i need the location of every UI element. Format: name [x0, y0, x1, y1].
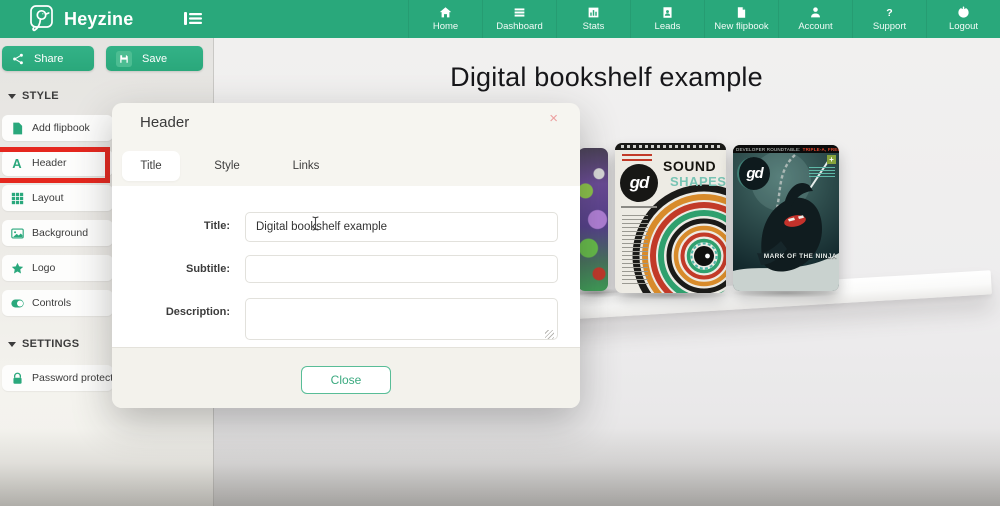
- close-icon[interactable]: ×: [549, 111, 558, 126]
- sidebar-item-add-flipbook[interactable]: Add flipbook: [2, 115, 113, 141]
- description-textarea[interactable]: [245, 298, 558, 340]
- new-flipbook-icon: [735, 6, 748, 19]
- add-flipbook-icon: [10, 121, 24, 135]
- app-window: Heyzine Home Dashboard Stats: [0, 0, 1000, 506]
- stats-icon: [587, 6, 600, 19]
- tab-links[interactable]: Links: [277, 151, 335, 181]
- lock-icon: [10, 371, 24, 385]
- background-image-icon: [10, 226, 24, 240]
- dashboard-icon: [513, 6, 526, 19]
- share-icon: [12, 53, 24, 65]
- nav-home[interactable]: Home: [408, 0, 482, 38]
- layout-grid-icon: [10, 191, 24, 205]
- nav-new-flipbook[interactable]: New flipbook: [704, 0, 778, 38]
- save-label: Save: [142, 53, 167, 65]
- gd-logo-badge: gd: [737, 157, 770, 190]
- settings-section-header[interactable]: SETTINGS: [8, 338, 79, 350]
- cover-rule-line: [621, 206, 657, 208]
- share-label: Share: [34, 53, 63, 65]
- subtitle-field-label: Subtitle:: [125, 263, 230, 275]
- sidebar-toggle-icon[interactable]: [184, 11, 202, 26]
- save-icon: [116, 51, 132, 67]
- sidebar-item-background[interactable]: Background: [2, 220, 113, 246]
- top-navigation: Home Dashboard Stats Leads New flipbook …: [408, 0, 1000, 38]
- tab-title[interactable]: Title: [122, 151, 180, 181]
- brand-name: Heyzine: [64, 9, 133, 30]
- nav-account[interactable]: Account: [778, 0, 852, 38]
- nav-leads[interactable]: Leads: [630, 0, 704, 38]
- cover-red-text-lines: [622, 154, 652, 163]
- nav-dashboard[interactable]: Dashboard: [482, 0, 556, 38]
- save-button[interactable]: Save: [106, 46, 203, 71]
- title-input[interactable]: [245, 212, 558, 242]
- sidebar-item-header[interactable]: A Header: [2, 150, 113, 176]
- modal-title: Header: [140, 114, 189, 131]
- star-icon: [10, 261, 24, 275]
- cover-title-shapes: SHAPES: [670, 174, 726, 189]
- cover-top-strip: DEVELOPER ROUNDTABLE: TRIPLE-A, FREE-TO-…: [733, 145, 839, 153]
- description-field-label: Description:: [125, 306, 230, 318]
- flipbook-cover-sound-shapes[interactable]: gd SOUND SHAPES: [615, 143, 726, 293]
- modal-footer: Close: [112, 347, 580, 408]
- share-button[interactable]: Share: [2, 46, 94, 71]
- header-icon: A: [10, 156, 24, 170]
- flipbook-cover-mark-of-the-ninja[interactable]: DEVELOPER ROUNDTABLE: TRIPLE-A, FREE-TO-…: [733, 145, 839, 291]
- settings-items: Password protect: [2, 365, 113, 391]
- heyzine-logo-icon: [28, 4, 56, 34]
- cover-top-strip: [615, 143, 726, 150]
- sidebar-item-password-protect[interactable]: Password protect: [2, 365, 113, 391]
- account-icon: [809, 6, 822, 19]
- subtitle-input[interactable]: [245, 255, 558, 283]
- sidebar-item-logo[interactable]: Logo: [2, 255, 113, 281]
- leads-icon: [661, 6, 674, 19]
- cover-title-sound: SOUND: [663, 158, 716, 174]
- title-field-label: Title:: [125, 220, 230, 232]
- style-items: Add flipbook A Header Layout Background: [2, 115, 113, 316]
- flipbook-heading: Digital bookshelf example: [213, 62, 1000, 93]
- support-icon: ?: [883, 6, 896, 19]
- gd-logo-badge: gd: [620, 164, 658, 202]
- nav-support[interactable]: ? Support: [852, 0, 926, 38]
- topbar: Heyzine Home Dashboard Stats: [0, 0, 1000, 38]
- modal-close-button[interactable]: Close: [301, 366, 391, 394]
- style-section-header[interactable]: STYLE: [8, 90, 59, 102]
- cover-teal-text-lines: [809, 167, 835, 179]
- brand[interactable]: Heyzine: [28, 4, 133, 34]
- toggle-icon: [10, 296, 24, 310]
- tab-style[interactable]: Style: [198, 151, 256, 181]
- caret-down-icon: [8, 342, 16, 347]
- caret-down-icon: [8, 94, 16, 99]
- cover-fine-print: [622, 215, 648, 285]
- logout-icon: [957, 6, 970, 19]
- nav-logout[interactable]: Logout: [926, 0, 1000, 38]
- plus-badge: +: [827, 155, 836, 164]
- svg-text:?: ?: [886, 7, 892, 19]
- flipbook-cover-hidden[interactable]: [578, 148, 608, 291]
- cover-title-ninja: MARK OF THE NINJA: [763, 253, 837, 260]
- home-icon: [439, 6, 452, 19]
- sidebar-item-controls[interactable]: Controls: [2, 290, 113, 316]
- sidebar-item-layout[interactable]: Layout: [2, 185, 113, 211]
- nav-stats[interactable]: Stats: [556, 0, 630, 38]
- header-modal: Header × Title Style Links Title: Subtit…: [112, 103, 580, 408]
